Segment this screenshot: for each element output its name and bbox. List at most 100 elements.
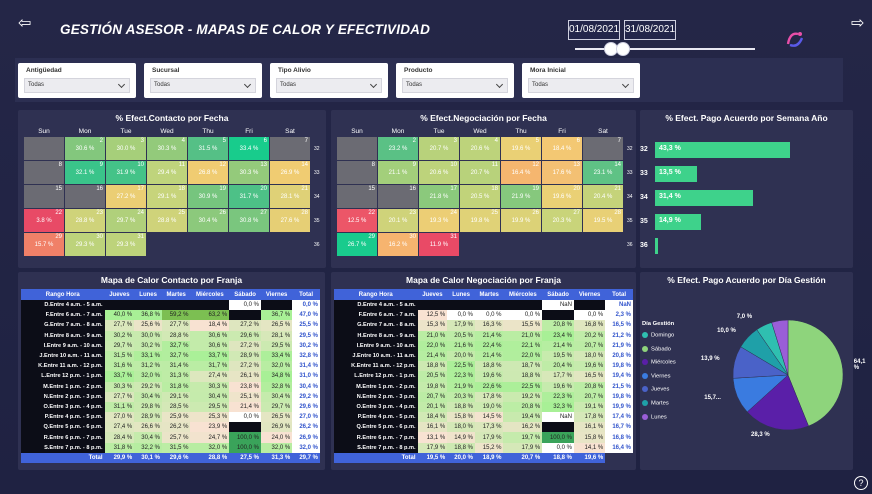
column-header[interactable]: Jueves xyxy=(417,289,448,300)
calendar-day-cell[interactable]: 27 20.3 % xyxy=(542,209,582,232)
week-bar[interactable]: 14,9 % xyxy=(655,214,702,230)
back-arrow-icon[interactable]: ⇦ xyxy=(18,16,31,32)
calendar-day-cell[interactable]: 8 xyxy=(24,161,64,184)
legend-item[interactable]: Lunes xyxy=(642,413,667,420)
calendar-day-cell[interactable] xyxy=(24,137,64,160)
date-from-input[interactable]: 01/08/2021 xyxy=(568,20,620,40)
legend-item[interactable]: Domingo xyxy=(642,332,674,339)
calendar-day-cell[interactable]: 5 31.5 % xyxy=(188,137,228,160)
calendar-day-cell[interactable]: 25 28.8 % xyxy=(147,209,187,232)
calendar-day-cell[interactable]: 26 30.4 % xyxy=(188,209,228,232)
date-slider-end-handle[interactable] xyxy=(616,42,630,56)
column-header[interactable]: Miércoles xyxy=(503,289,543,300)
calendar-day-cell[interactable]: 11 20.7 % xyxy=(460,161,500,184)
calendar-day-cell[interactable]: 19 21.9 % xyxy=(501,185,541,208)
filter-producto[interactable]: Producto Todas xyxy=(396,63,514,98)
filter-select[interactable]: Todas xyxy=(150,78,256,93)
calendar-day-cell[interactable]: 9 32.1 % xyxy=(65,161,105,184)
calendar-day-cell[interactable]: 5 19.6 % xyxy=(501,137,541,160)
calendar-day-cell[interactable]: 22 3.8 % xyxy=(24,209,64,232)
calendar-day-cell[interactable]: 10 31.9 % xyxy=(106,161,146,184)
calendar-day-cell[interactable]: 30 29.3 % xyxy=(65,233,105,256)
filter-select[interactable]: Todas xyxy=(24,78,130,93)
calendar-day-cell[interactable]: 23 20.1 % xyxy=(378,209,418,232)
legend-item[interactable]: Martes xyxy=(642,400,669,407)
calendar-day-cell[interactable]: 6 33.4 % xyxy=(229,137,269,160)
calendar-day-cell[interactable]: 17 27.2 % xyxy=(106,185,146,208)
filter-tipo-alivio[interactable]: Tipo Alivio Todas xyxy=(270,63,388,98)
legend-item[interactable]: Jueves xyxy=(642,386,669,393)
calendar-day-cell[interactable]: 14 26.9 % xyxy=(270,161,310,184)
calendar-day-cell[interactable]: 24 29.7 % xyxy=(106,209,146,232)
calendar-day-cell[interactable]: 21 28.1 % xyxy=(270,185,310,208)
week-bar[interactable]: 13,5 % xyxy=(655,166,698,182)
calendar-day-cell[interactable]: 21 20.4 % xyxy=(583,185,623,208)
column-header[interactable]: Sábado xyxy=(229,289,261,300)
calendar-day-cell[interactable]: 3 20.7 % xyxy=(419,137,459,160)
calendar-day-cell[interactable]: 17 21.8 % xyxy=(419,185,459,208)
calendar-day-cell[interactable]: 8 xyxy=(337,161,377,184)
calendar-day-cell[interactable]: 7 xyxy=(270,137,310,160)
legend-item[interactable]: Viernes xyxy=(642,372,671,379)
column-header[interactable]: Rango Hora xyxy=(334,289,418,300)
calendar-day-cell[interactable]: 16 xyxy=(65,185,105,208)
column-header[interactable]: Jueves xyxy=(104,289,135,300)
calendar-day-cell[interactable]: 22 12.5 % xyxy=(337,209,377,232)
help-icon[interactable]: ? xyxy=(854,476,868,490)
calendar-day-cell[interactable]: 23 28.8 % xyxy=(65,209,105,232)
calendar-day-cell[interactable]: 18 20.5 % xyxy=(460,185,500,208)
calendar-day-cell[interactable]: 18 29.1 % xyxy=(147,185,187,208)
column-header[interactable]: Miércoles xyxy=(190,289,230,300)
column-header[interactable]: Martes xyxy=(161,289,191,300)
legend-item[interactable]: Sábado xyxy=(642,345,671,352)
calendar-day-cell[interactable]: 28 19.5 % xyxy=(583,209,623,232)
calendar-day-cell[interactable]: 12 16.4 % xyxy=(501,161,541,184)
calendar-day-cell[interactable]: 15 xyxy=(24,185,64,208)
forward-arrow-icon[interactable]: ⇨ xyxy=(851,16,864,32)
calendar-day-cell[interactable]: 28 27.6 % xyxy=(270,209,310,232)
calendar-day-cell[interactable]: 20 31.7 % xyxy=(229,185,269,208)
column-header[interactable]: Total xyxy=(292,289,320,300)
calendar-day-cell[interactable]: 10 20.6 % xyxy=(419,161,459,184)
column-header[interactable]: Sábado xyxy=(542,289,574,300)
column-header[interactable]: Total xyxy=(605,289,633,300)
calendar-day-cell[interactable]: 29 26.7 % xyxy=(337,233,377,256)
calendar-day-cell[interactable]: 7 xyxy=(583,137,623,160)
calendar-day-cell[interactable]: 27 30.8 % xyxy=(229,209,269,232)
calendar-day-cell[interactable]: 9 21.1 % xyxy=(378,161,418,184)
legend-item[interactable]: Miércoles xyxy=(642,359,676,366)
calendar-day-cell[interactable]: 6 18.4 % xyxy=(542,137,582,160)
column-header[interactable]: Viernes xyxy=(260,289,293,300)
calendar-day-cell[interactable]: 13 17.6 % xyxy=(542,161,582,184)
calendar-day-cell[interactable]: 12 26.8 % xyxy=(188,161,228,184)
column-header[interactable]: Viernes xyxy=(573,289,606,300)
filter-mora-inicial[interactable]: Mora Inicial Todas xyxy=(522,63,640,98)
calendar-day-cell[interactable]: 11 29.4 % xyxy=(147,161,187,184)
filter-select[interactable]: Todas xyxy=(402,78,508,93)
date-slider-track[interactable] xyxy=(575,48,755,50)
calendar-day-cell[interactable]: 25 19.8 % xyxy=(460,209,500,232)
week-bar[interactable]: 43,3 % xyxy=(655,142,790,158)
column-header[interactable]: Lunes xyxy=(447,289,475,300)
filter-antiguedad[interactable]: Antigüedad Todas xyxy=(18,63,136,98)
calendar-day-cell[interactable]: 4 20.6 % xyxy=(460,137,500,160)
week-bar[interactable] xyxy=(655,238,659,254)
calendar-day-cell[interactable] xyxy=(337,137,377,160)
calendar-day-cell[interactable]: 3 30.0 % xyxy=(106,137,146,160)
filter-select[interactable]: Todas xyxy=(276,78,382,93)
column-header[interactable]: Martes xyxy=(474,289,504,300)
column-header[interactable]: Rango Hora xyxy=(21,289,105,300)
filter-sucursal[interactable]: Sucursal Todas xyxy=(144,63,262,98)
calendar-day-cell[interactable]: 31 29.3 % xyxy=(106,233,146,256)
calendar-day-cell[interactable]: 2 30.6 % xyxy=(65,137,105,160)
calendar-day-cell[interactable]: 29 15.7 % xyxy=(24,233,64,256)
calendar-day-cell[interactable]: 14 23.1 % xyxy=(583,161,623,184)
calendar-day-cell[interactable]: 15 xyxy=(337,185,377,208)
date-to-input[interactable]: 31/08/2021 xyxy=(624,20,676,40)
calendar-day-cell[interactable]: 30 16.2 % xyxy=(378,233,418,256)
calendar-day-cell[interactable]: 4 30.3 % xyxy=(147,137,187,160)
calendar-day-cell[interactable]: 31 11.9 % xyxy=(419,233,459,256)
column-header[interactable]: Lunes xyxy=(134,289,162,300)
calendar-day-cell[interactable]: 2 23.2 % xyxy=(378,137,418,160)
calendar-day-cell[interactable]: 16 xyxy=(378,185,418,208)
